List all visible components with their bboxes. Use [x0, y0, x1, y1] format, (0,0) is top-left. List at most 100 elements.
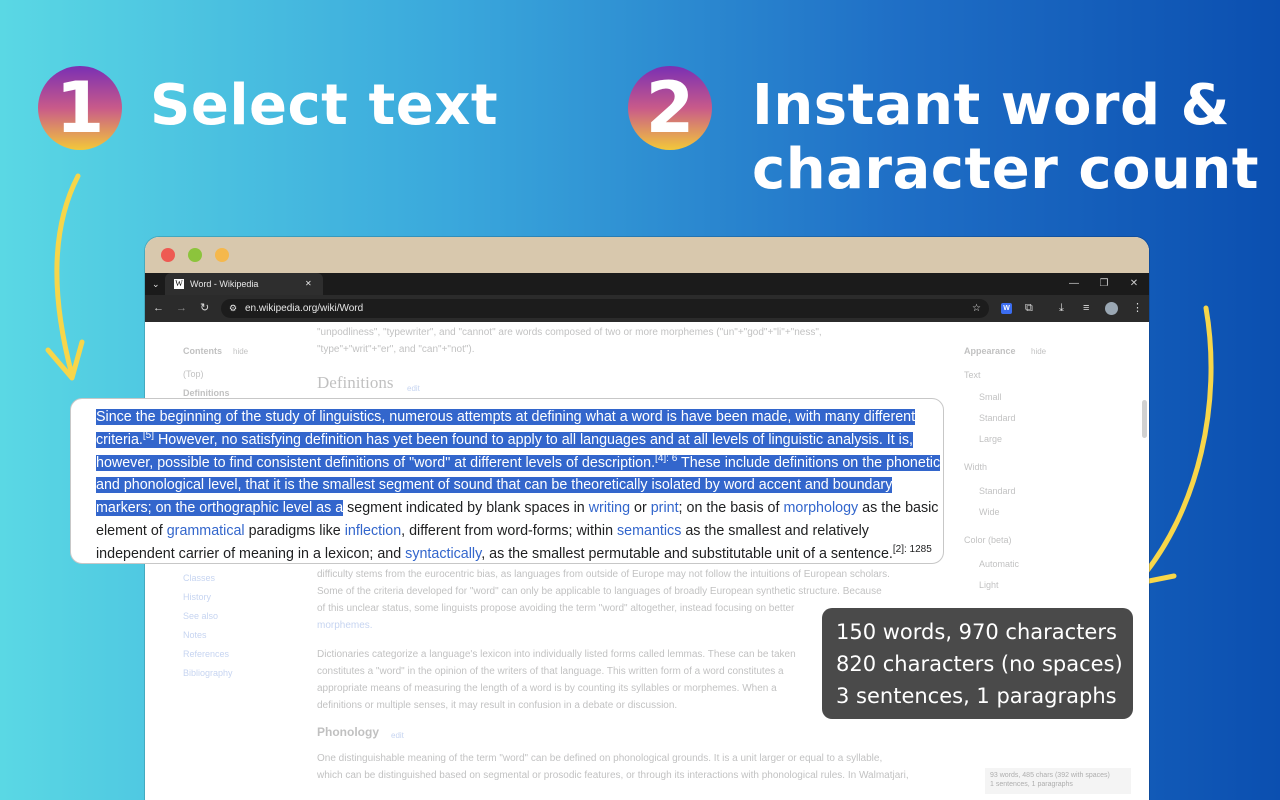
paragraph-line: which can be distinguished based on segm…: [317, 770, 909, 781]
reload-icon[interactable]: ↻: [200, 295, 209, 322]
text-segment: These include definitions on the phoneti…: [677, 454, 941, 471]
text-size-small-option[interactable]: Small: [979, 389, 1002, 406]
extensions-puzzle-icon[interactable]: ⧉: [1025, 295, 1033, 322]
text-segment: , different from word-forms; within: [401, 522, 617, 539]
phonology-edit-link[interactable]: edit: [391, 727, 404, 744]
selection-highlight: however, possible to find consistent def…: [96, 453, 941, 471]
text-segment: paradigms like: [244, 522, 345, 539]
contents-heading: Contents: [183, 346, 222, 356]
appearance-heading: Appearance: [964, 346, 1016, 356]
text-segment: , as the smallest permutable and substit…: [481, 545, 893, 562]
nav-top-link[interactable]: (Top): [183, 366, 204, 383]
text-segment: as the basic: [858, 500, 939, 517]
citation-sup[interactable]: [2]: 1285: [893, 544, 932, 555]
menu-kebab-icon[interactable]: ⋮: [1132, 295, 1143, 322]
step-2-title-line2: character count: [752, 137, 1259, 202]
text-segment: segment indicated by blank spaces in: [343, 500, 589, 517]
selected-text-line: Since the beginning of the study of ling…: [96, 406, 943, 429]
nav-item-references[interactable]: References: [183, 646, 229, 663]
appearance-hide-button[interactable]: hide: [1031, 343, 1046, 360]
selected-text-line: element of grammatical paradigms like in…: [96, 520, 943, 543]
step-1-badge: 1: [38, 66, 122, 150]
nav-item-classes[interactable]: Classes: [183, 570, 215, 587]
color-label: Color (beta): [964, 535, 1012, 545]
width-label: Width: [964, 462, 988, 472]
color-light-option[interactable]: Light: [979, 577, 999, 594]
nav-item-bibliography[interactable]: Bibliography: [183, 665, 233, 682]
close-icon[interactable]: ✕: [1119, 273, 1149, 295]
text-segment: as the smallest and relatively: [681, 522, 869, 539]
selected-text-line: criteria.[5] However, no satisfying defi…: [96, 429, 943, 452]
paragraph-line: One distinguishable meaning of the term …: [317, 753, 883, 764]
definitions-edit-link[interactable]: edit: [407, 380, 420, 397]
mini-counter-line: 93 words, 485 chars (392 with spaces): [990, 772, 1110, 779]
width-wide-option[interactable]: Wide: [979, 504, 1000, 521]
paragraph-line: constitutes a "word" in the opinion of t…: [317, 666, 784, 677]
width-standard-option[interactable]: Standard: [979, 483, 1016, 500]
restore-icon[interactable]: ❐: [1089, 273, 1119, 295]
step-2-badge: 2: [628, 66, 712, 150]
paragraph-line: morphemes.: [317, 620, 373, 631]
paragraph-line: Some of the criteria developed for "word…: [317, 586, 882, 597]
selected-text-line: and phonological level, that it is the s…: [96, 474, 943, 497]
window-titlebar: [145, 237, 1149, 273]
citation-sup[interactable]: [5]: [143, 430, 154, 441]
wikipedia-favicon-icon: W: [174, 279, 184, 289]
site-info-icon[interactable]: ⚙: [229, 299, 237, 318]
address-toolbar: ← → ↻ ⚙ en.wikipedia.org/wiki/Word ☆ W ⧉…: [145, 295, 1149, 322]
selected-text-line: independent carrier of meaning in a lexi…: [96, 543, 943, 566]
tab-search-icon[interactable]: ⌄: [152, 273, 160, 295]
text-size-label: Text: [964, 370, 981, 380]
selected-text-line: markers; on the orthographic level as a …: [96, 497, 943, 520]
link-grammatical[interactable]: grammatical: [167, 523, 245, 539]
minimize-window-button[interactable]: [188, 248, 202, 262]
phonology-heading: Phonology: [317, 725, 379, 739]
profile-avatar[interactable]: [1105, 302, 1118, 315]
text-segment: or: [630, 500, 651, 517]
selection-highlight: and phonological level, that it is the s…: [96, 477, 893, 494]
forward-icon[interactable]: →: [176, 295, 187, 322]
back-icon[interactable]: ←: [153, 295, 164, 322]
text-size-large-option[interactable]: Large: [979, 431, 1002, 448]
color-automatic-option[interactable]: Automatic: [979, 556, 1019, 573]
link-inflection[interactable]: inflection: [345, 523, 401, 539]
selected-text-line: however, possible to find consistent def…: [96, 452, 943, 475]
close-window-button[interactable]: [161, 248, 175, 262]
maximize-window-button[interactable]: [215, 248, 229, 262]
sentence-paragraph-count: 3 sentences, 1 paragraphs: [836, 684, 1117, 708]
link-morphology[interactable]: morphology: [783, 500, 858, 516]
link-print[interactable]: print: [651, 500, 679, 516]
contents-hide-button[interactable]: hide: [233, 343, 248, 360]
selected-text-card[interactable]: Since the beginning of the study of ling…: [70, 398, 944, 564]
nav-item-history[interactable]: History: [183, 589, 211, 606]
top-paragraph-line: "type"+"writ"+"er", and "can"+"not").: [317, 344, 475, 355]
download-icon[interactable]: ⤓: [1059, 295, 1064, 322]
scrollbar[interactable]: [1142, 400, 1147, 438]
paragraph-line: difficulty stems from the eurocentric bi…: [317, 569, 890, 580]
mini-counter-line: 1 sentences, 1 paragraphs: [990, 781, 1073, 788]
nav-item-see-also[interactable]: See also: [183, 608, 218, 625]
tab-close-icon[interactable]: ✕: [305, 273, 312, 295]
extension-w-icon[interactable]: W: [1001, 303, 1012, 314]
paragraph-line: Dictionaries categorize a language's lex…: [317, 649, 796, 660]
link-writing[interactable]: writing: [589, 500, 630, 516]
text-segment: ; on the basis of: [678, 500, 784, 517]
minimize-icon[interactable]: —: [1059, 273, 1089, 295]
tab-word-wikipedia[interactable]: W Word - Wikipedia ✕: [165, 273, 323, 295]
word-char-count: 150 words, 970 characters: [836, 620, 1117, 644]
reading-list-icon[interactable]: ≡: [1083, 295, 1089, 322]
text-segment: however, possible to find consistent def…: [96, 454, 656, 471]
citation-sup[interactable]: [4]: 6: [655, 453, 677, 464]
text-segment: independent carrier of meaning in a lexi…: [96, 545, 406, 562]
link-semantics[interactable]: semantics: [617, 523, 681, 539]
address-bar[interactable]: ⚙ en.wikipedia.org/wiki/Word ☆: [221, 299, 989, 318]
selection-highlight: criteria.[5] However, no satisfying defi…: [96, 430, 913, 448]
link-syntactically[interactable]: syntactically: [405, 546, 481, 562]
word-count-popup: 150 words, 970 characters 820 characters…: [822, 608, 1133, 719]
nav-item-notes[interactable]: Notes: [183, 627, 207, 644]
text-segment: element of: [96, 522, 167, 539]
paragraph-line: definitions or multiple senses, it may r…: [317, 700, 678, 711]
step-1-title: Select text: [150, 73, 499, 138]
bookmark-star-icon[interactable]: ☆: [972, 299, 981, 318]
text-size-standard-option[interactable]: Standard: [979, 410, 1016, 427]
